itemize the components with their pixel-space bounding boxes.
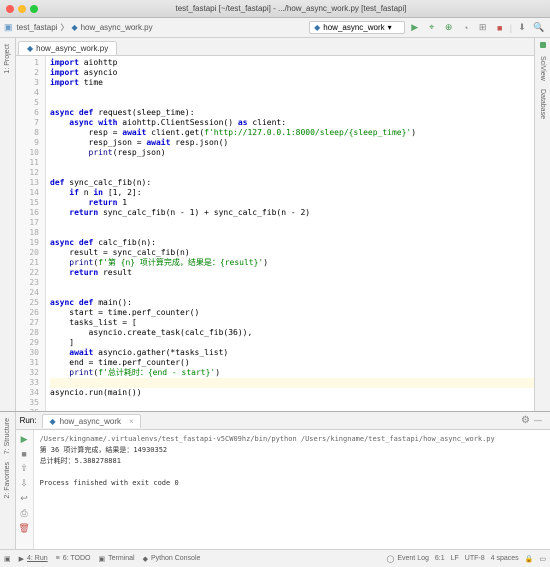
toolbar: ▣ test_fastapi〉 ◆ how_async_work.py ◆ ho… (0, 18, 550, 38)
run-panel: 7: Structure 2: Favorites Run: ◆ how_asy… (0, 411, 550, 549)
main-area: 1: Project ◆ how_async_work.py 123456789… (0, 38, 550, 411)
file-encoding[interactable]: UTF-8 (465, 555, 485, 563)
left-tool-strip-lower: 7: Structure 2: Favorites (0, 412, 16, 549)
vcs-button[interactable]: ⬇ (515, 21, 529, 35)
terminal-tool-tab[interactable]: ▣Terminal (99, 555, 135, 563)
statusbar: ▣ ▶4: Run ≡6: TODO ▣Terminal ◆Python Con… (0, 549, 550, 567)
cursor-position[interactable]: 6:1 (435, 555, 445, 563)
window-title: test_fastapi [~/test_fastapi] - .../how_… (38, 4, 544, 13)
chevron-down-icon: ▾ (388, 23, 392, 32)
left-tool-strip: 1: Project (0, 38, 16, 411)
run-panel-header: Run: ◆ how_async_work × ⚙ — (16, 412, 550, 430)
right-tool-strip: SciView Database (534, 38, 550, 411)
run-button[interactable]: ▶ (408, 21, 422, 35)
bottom-strip-toggle[interactable]: ▣ (4, 555, 11, 563)
code-editor[interactable]: 1234567891011121314151617181920212223242… (16, 56, 534, 411)
run-label: Run: (20, 416, 37, 425)
python-console-tool-tab[interactable]: ◆Python Console (143, 555, 201, 563)
folder-icon: ▣ (4, 22, 13, 33)
line-gutter: 1234567891011121314151617181920212223242… (16, 56, 46, 411)
project-tool-tab[interactable]: 1: Project (2, 40, 13, 78)
todo-tool-tab[interactable]: ≡6: TODO (56, 555, 91, 563)
up-trace-button[interactable]: ⇧ (20, 463, 28, 474)
sciview-tool-tab[interactable]: SciView (537, 52, 548, 85)
breadcrumb[interactable]: test_fastapi〉 ◆ how_async_work.py (17, 22, 153, 33)
editor-tabs: ◆ how_async_work.py (16, 38, 534, 56)
wrap-button[interactable]: ↩ (20, 493, 28, 504)
tab-label: how_async_work.py (36, 44, 108, 53)
run-toolbar: ▶ ■ ⇧ ⇩ ↩ ⎙ 🗑 (16, 430, 34, 549)
stop-button[interactable]: ■ (493, 21, 507, 35)
minimize-window-button[interactable] (18, 5, 26, 13)
database-tool-tab[interactable]: Database (537, 85, 548, 123)
gear-icon[interactable]: ⚙ (521, 415, 530, 426)
down-trace-button[interactable]: ⇩ (20, 478, 28, 489)
event-log-button[interactable]: ◯Event Log (387, 555, 429, 563)
stop-run-button[interactable]: ■ (21, 449, 26, 459)
code-content[interactable]: import aiohttpimport asyncioimport time … (46, 56, 534, 411)
traffic-lights (6, 5, 38, 13)
run-tab[interactable]: ◆ how_async_work × (42, 414, 140, 428)
coverage-button[interactable]: ⊕ (442, 21, 456, 35)
console-output[interactable]: /Users/kingname/.virtualenvs/test_fastap… (34, 430, 550, 549)
indent-settings[interactable]: 4 spaces (491, 555, 519, 563)
run-tool-tab[interactable]: ▶4: Run (19, 555, 48, 563)
rerun-button[interactable]: ▶ (21, 434, 28, 445)
python-file-icon: ◆ (71, 23, 77, 32)
editor-wrap: ◆ how_async_work.py 12345678910111213141… (16, 38, 534, 411)
line-separator[interactable]: LF (451, 555, 459, 563)
print-button[interactable]: ⎙ (20, 508, 27, 519)
minimize-panel-button[interactable]: — (534, 416, 542, 425)
maximize-window-button[interactable] (30, 5, 38, 13)
python-file-icon: ◆ (27, 44, 33, 53)
profile-button[interactable]: ◔ (459, 21, 473, 35)
run-config-select[interactable]: ◆ how_async_work ▾ (309, 21, 405, 34)
editor-tab-active[interactable]: ◆ how_async_work.py (18, 41, 117, 55)
clear-button[interactable]: 🗑 (18, 523, 29, 534)
inspection-indicator[interactable] (540, 42, 546, 48)
search-button[interactable]: 🔍 (532, 21, 546, 35)
memory-indicator[interactable]: ▭ (539, 555, 546, 563)
debug-button[interactable]: ⌖ (425, 21, 439, 35)
inspection-lock-icon[interactable]: 🔒 (525, 555, 534, 563)
titlebar: test_fastapi [~/test_fastapi] - .../how_… (0, 0, 550, 18)
structure-tool-tab[interactable]: 7: Structure (2, 414, 13, 458)
close-window-button[interactable] (6, 5, 14, 13)
favorites-tool-tab[interactable]: 2: Favorites (2, 458, 13, 503)
concurrency-button[interactable]: ⊞ (476, 21, 490, 35)
